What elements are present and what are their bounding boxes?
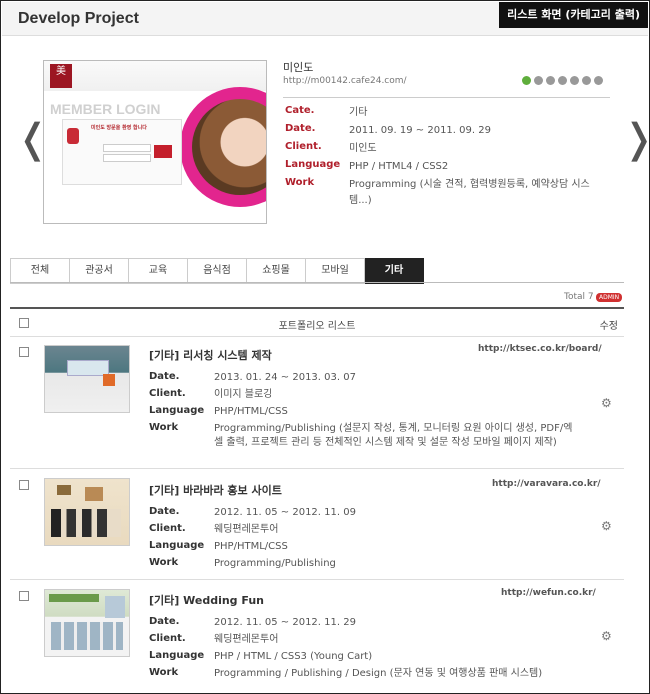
slide-dot[interactable]: [594, 76, 603, 85]
thumb-photo: [105, 596, 125, 618]
tab-etc[interactable]: 기타: [365, 258, 424, 284]
field-label: Language: [285, 159, 341, 170]
edit-gear-icon[interactable]: ⚙: [601, 520, 613, 532]
slide-dot[interactable]: [558, 76, 567, 85]
thumb-login-message: 미인도 방문을 환영 합니다: [91, 125, 147, 131]
item-url[interactable]: http://ktsec.co.kr/board/: [478, 344, 602, 354]
admin-badge[interactable]: ADMIN: [596, 293, 623, 302]
field-label: Cate.: [285, 105, 315, 116]
project-name: 미인도: [283, 61, 314, 74]
field-value: 기타: [349, 107, 368, 118]
thumb-banner: [49, 594, 99, 602]
field-value: 2011. 09. 19 ~ 2011. 09. 29: [349, 125, 491, 136]
thumb-frame: [85, 487, 103, 501]
item-label: Client.: [149, 388, 186, 399]
page-frame: Develop Project 리스트 화면 (카테고리 출력) ❬ ❭ 美 M…: [0, 0, 650, 694]
item-value: 웨딩편레몬투어: [214, 524, 279, 535]
brand-logo: 美: [50, 64, 72, 88]
featured-thumbnail[interactable]: 美 MEMBER LOGIN 미인도 방문을 환영 합니다: [43, 60, 267, 224]
field-value: PHP / HTML4 / CSS2: [349, 161, 449, 172]
list-item: [기타] Wedding Fun http://wefun.co.kr/ Dat…: [10, 580, 624, 691]
tab-education[interactable]: 교육: [129, 258, 188, 284]
thumb-accent: [103, 374, 115, 386]
item-label: Language: [149, 650, 205, 661]
field-label: Date.: [285, 123, 316, 134]
item-value: PHP/HTML/CSS: [214, 406, 288, 417]
list-title: 포트폴리오 리스트: [278, 321, 356, 332]
item-value: Programming / Publishing / Design (문자 연동…: [214, 668, 543, 679]
tab-restaurant[interactable]: 음식점: [188, 258, 247, 284]
info-divider: [283, 97, 610, 98]
slide-dot[interactable]: [522, 76, 531, 85]
item-checkbox[interactable]: [19, 591, 29, 601]
list-item: [기타] 바라바라 홍보 사이트 http://varavara.co.kr/ …: [10, 469, 624, 580]
item-label: Work: [149, 422, 179, 433]
item-label: Language: [149, 540, 205, 551]
item-label: Date.: [149, 506, 180, 517]
featured-project: ❬ ❭ 美 MEMBER LOGIN 미인도 방문을 환영 합니다 미인도 ht…: [2, 36, 650, 244]
thumb-people: [51, 509, 121, 537]
item-label: Client.: [149, 633, 186, 644]
slide-indicator: [522, 76, 603, 85]
tab-all[interactable]: 전체: [10, 258, 70, 284]
page-title: Develop Project: [18, 10, 139, 27]
item-title[interactable]: [기타] Wedding Fun: [149, 592, 264, 608]
thumb-login-button: [154, 145, 172, 158]
item-label: Work: [149, 667, 179, 678]
item-title[interactable]: [기타] 리서칭 시스템 제작: [149, 347, 272, 363]
slide-dot[interactable]: [546, 76, 555, 85]
slide-dot[interactable]: [570, 76, 579, 85]
item-value: Programming/Publishing (설문지 작성, 통계, 모니터링…: [214, 423, 573, 448]
thumb-login-box: 미인도 방문을 환영 합니다: [62, 119, 182, 185]
field-label: Work: [285, 177, 315, 188]
edit-gear-icon[interactable]: ⚙: [601, 397, 613, 409]
item-checkbox[interactable]: [19, 480, 29, 490]
item-label: Client.: [149, 523, 186, 534]
thumb-login-title: MEMBER LOGIN: [50, 101, 161, 117]
page-header: Develop Project 리스트 화면 (카테고리 출력): [2, 2, 648, 36]
item-value: Programming/Publishing: [214, 558, 336, 569]
item-label: Date.: [149, 371, 180, 382]
item-thumbnail[interactable]: [44, 345, 130, 413]
item-value: PHP / HTML / CSS3 (Young Cart): [214, 651, 373, 662]
project-url[interactable]: http://m00142.cafe24.com/: [283, 76, 407, 86]
item-url[interactable]: http://varavara.co.kr/: [492, 479, 601, 489]
thumb-id-field: [103, 144, 151, 152]
tabs-divider: [10, 282, 624, 283]
item-label: Language: [149, 405, 205, 416]
item-thumbnail[interactable]: [44, 589, 130, 657]
edit-column-label: 수정: [599, 321, 618, 332]
next-arrow-icon[interactable]: ❭: [622, 119, 650, 159]
list-header: 포트폴리오 리스트 수정: [10, 307, 624, 337]
list-item: [기타] 리서칭 시스템 제작 http://ktsec.co.kr/board…: [10, 336, 624, 469]
item-title[interactable]: [기타] 바라바라 홍보 사이트: [149, 482, 282, 498]
tab-government[interactable]: 관공서: [70, 258, 129, 284]
thumb-frame: [57, 485, 71, 495]
item-value: 2012. 11. 05 ~ 2012. 11. 09: [214, 507, 356, 518]
item-value: 2012. 11. 05 ~ 2012. 11. 29: [214, 617, 356, 628]
item-value: 2013. 01. 24 ~ 2013. 03. 07: [214, 372, 356, 383]
item-label: Date.: [149, 616, 180, 627]
field-value: Programming (시술 견적, 협력병원등록, 예약상담 시스템...): [349, 179, 590, 206]
slide-dot[interactable]: [534, 76, 543, 85]
tab-shopping[interactable]: 쇼핑몰: [247, 258, 306, 284]
item-url[interactable]: http://wefun.co.kr/: [501, 588, 596, 598]
item-value: PHP/HTML/CSS: [214, 541, 288, 552]
thumb-gallery: [51, 622, 123, 650]
item-label: Work: [149, 557, 179, 568]
category-tabs: 전체 관공서 교육 음식점 쇼핑몰 모바일 기타: [10, 258, 424, 284]
item-thumbnail[interactable]: [44, 478, 130, 546]
field-value: 미인도: [349, 143, 377, 154]
slide-dot[interactable]: [582, 76, 591, 85]
tab-mobile[interactable]: 모바일: [306, 258, 365, 284]
view-badge: 리스트 화면 (카테고리 출력): [499, 2, 648, 28]
total-count: Total 7: [564, 292, 594, 302]
edit-gear-icon[interactable]: ⚙: [601, 630, 613, 642]
item-value: 웨딩편레몬투어: [214, 634, 279, 645]
thumb-pw-field: [103, 154, 151, 162]
item-value: 이미지 블로깅: [214, 389, 273, 400]
item-checkbox[interactable]: [19, 347, 29, 357]
field-label: Client.: [285, 141, 322, 152]
lock-icon: [67, 128, 79, 144]
